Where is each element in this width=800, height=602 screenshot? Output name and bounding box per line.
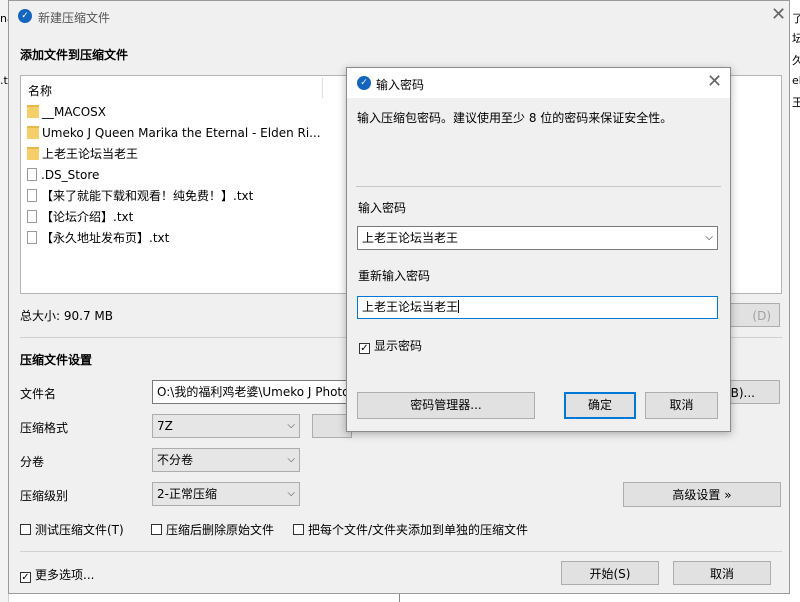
test-archive-checkbox[interactable]: 测试压缩文件(T): [20, 521, 124, 538]
file-name: __MACOSX: [42, 105, 107, 119]
background-text: .t: [0, 74, 8, 87]
password-cancel-button[interactable]: 取消: [645, 392, 718, 419]
separate-archives-checkbox[interactable]: 把每个文件/文件夹添加到单独的压缩文件: [293, 521, 528, 538]
list-item[interactable]: 上老王论坛当老王: [27, 144, 138, 164]
volume-label: 分卷: [20, 455, 45, 469]
password-dialog-title: 输入密码: [376, 78, 425, 92]
text-caret: [458, 300, 460, 313]
checkbox-label: 显示密码: [374, 339, 423, 353]
background-text: 久: [792, 54, 800, 67]
checkbox-label: 把每个文件/文件夹添加到单独的压缩文件: [308, 523, 529, 537]
delete-button-label: (D): [752, 309, 771, 323]
column-header-name[interactable]: 名称: [28, 82, 52, 99]
checkmark-icon[interactable]: ✓: [359, 343, 370, 354]
ok-button[interactable]: 确定: [564, 392, 636, 419]
chevron-down-icon: ⌵: [287, 488, 295, 499]
reenter-label: 重新输入密码: [358, 269, 431, 283]
filename-label: 文件名: [20, 387, 57, 401]
file-icon: [27, 231, 37, 244]
background-text: 坛: [792, 32, 800, 45]
folder-icon: [27, 126, 39, 139]
password-value: 上老王论坛当老王: [362, 231, 459, 245]
reenter-value: 上老王论坛当老王: [362, 300, 459, 314]
background-app-right: 了 坛 久 ek 王: [790, 0, 800, 602]
divider: [20, 551, 782, 552]
file-icon: [27, 168, 37, 181]
list-item[interactable]: 【论坛介绍】.txt: [27, 207, 133, 227]
file-name: .DS_Store: [41, 168, 100, 182]
checkbox-label: 测试压缩文件(T): [35, 523, 124, 537]
file-name: Umeko J Queen Marika the Eternal - Elden…: [42, 126, 321, 140]
level-value: 2-正常压缩: [157, 487, 217, 501]
folder-icon: [27, 105, 39, 118]
checkbox-box[interactable]: [293, 524, 304, 535]
show-password-checkbox[interactable]: ✓ 显示密码: [359, 337, 422, 354]
list-item[interactable]: 【永久地址发布页】.txt: [27, 228, 169, 248]
folder-icon: [27, 147, 39, 160]
checkmark-icon[interactable]: ✓: [20, 572, 31, 583]
filename-field[interactable]: O:\我的福利鸡老婆\Umeko J Photo: [152, 380, 352, 404]
settings-heading: 压缩文件设置: [20, 353, 93, 367]
password-dialog: ✓ 输入密码 ✕ 输入压缩包密码。建议使用至少 8 位的密码来保证安全性。 输入…: [346, 67, 731, 432]
password-manager-button[interactable]: 密码管理器...: [357, 392, 535, 419]
delete-original-checkbox[interactable]: 压缩后删除原始文件: [151, 521, 274, 538]
volume-select[interactable]: 不分卷 ⌵: [152, 448, 300, 472]
reenter-password-input[interactable]: 上老王论坛当老王: [357, 296, 718, 319]
background-text: 王: [792, 96, 800, 109]
list-item[interactable]: .DS_Store: [27, 165, 99, 185]
total-size: 总大小: 90.7 MB: [20, 309, 113, 323]
file-name: 【永久地址发布页】.txt: [41, 231, 170, 245]
file-name: 【来了就能下载和观看！纯免费！】.txt: [41, 189, 254, 203]
chevron-down-icon: ⌵: [287, 420, 295, 431]
list-item[interactable]: Umeko J Queen Marika the Eternal - Elden…: [27, 123, 321, 143]
password-dialog-titlebar[interactable]: ✓ 输入密码 ✕: [347, 68, 730, 98]
format-select[interactable]: 7Z ⌵: [152, 414, 300, 438]
password-instruction: 输入压缩包密码。建议使用至少 8 位的密码来保证安全性。: [357, 111, 673, 125]
background-text: ek: [792, 74, 800, 87]
file-icon: [27, 189, 37, 202]
file-icon: [27, 210, 37, 223]
password-combo[interactable]: 上老王论坛当老王 ⌵: [357, 226, 718, 250]
chevron-down-icon: ⌵: [287, 454, 295, 465]
dialog-title: 新建压缩文件: [38, 11, 111, 25]
checkbox-label: 压缩后删除原始文件: [166, 523, 275, 537]
checkbox-box[interactable]: [20, 524, 31, 535]
app-logo-icon: ✓: [18, 9, 32, 23]
cancel-button[interactable]: 取消: [673, 561, 771, 585]
more-options-checkbox[interactable]: ✓ 更多选项...: [20, 566, 94, 583]
password-label: 输入密码: [358, 201, 407, 215]
background-text: 了: [792, 12, 800, 25]
format-label: 压缩格式: [20, 421, 69, 435]
close-icon[interactable]: ✕: [707, 71, 722, 92]
level-label: 压缩级别: [20, 489, 69, 503]
format-value: 7Z: [157, 419, 173, 433]
checkbox-box[interactable]: [151, 524, 162, 535]
background-divider: [399, 594, 400, 602]
app-logo-icon: ✓: [357, 76, 371, 90]
add-files-heading: 添加文件到压缩文件: [20, 48, 129, 62]
start-button[interactable]: 开始(S): [561, 561, 659, 585]
file-name: 上老王论坛当老王: [42, 147, 139, 161]
chevron-down-icon[interactable]: ⌵: [705, 227, 713, 249]
divider: [356, 186, 721, 187]
level-select[interactable]: 2-正常压缩 ⌵: [152, 482, 300, 506]
advanced-settings-button[interactable]: 高级设置 »: [623, 482, 781, 507]
checkbox-label: 更多选项...: [35, 568, 95, 582]
list-item[interactable]: 【来了就能下载和观看！纯免费！】.txt: [27, 186, 253, 206]
column-divider[interactable]: [322, 78, 323, 98]
volume-value: 不分卷: [157, 453, 194, 467]
file-name: 【论坛介绍】.txt: [41, 210, 134, 224]
close-icon[interactable]: ✕: [771, 4, 786, 25]
list-item[interactable]: __MACOSX: [27, 102, 106, 122]
